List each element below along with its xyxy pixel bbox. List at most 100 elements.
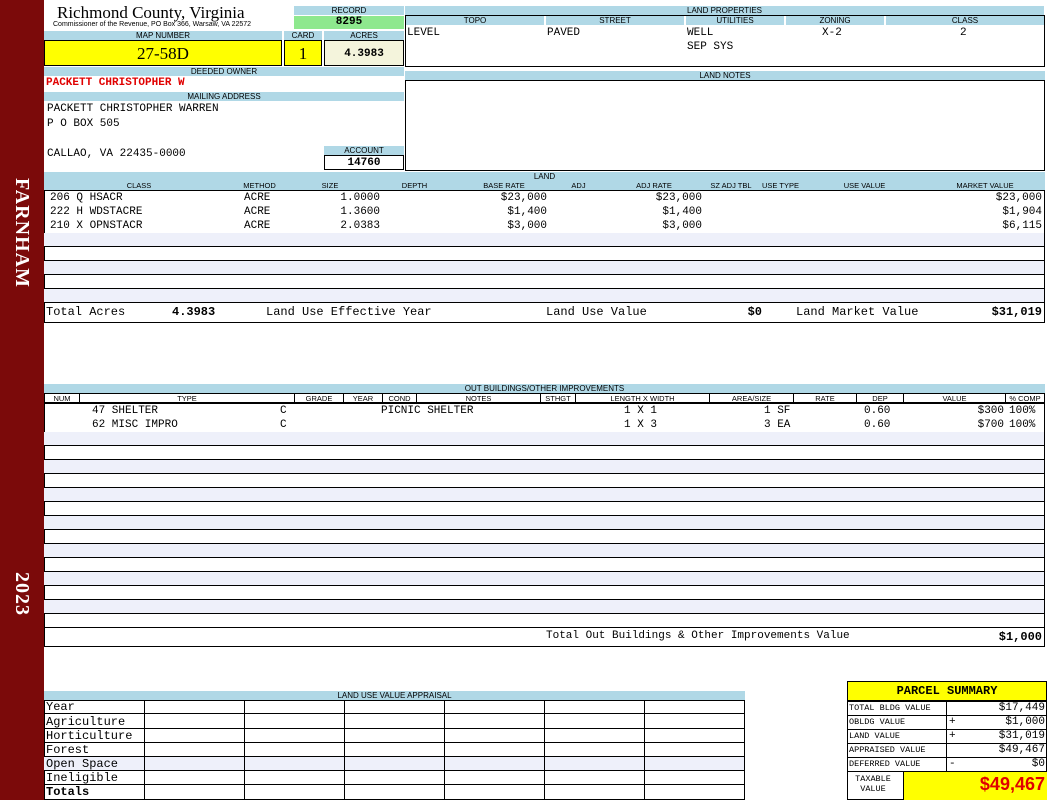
mailing-address-label: MAILING ADDRESS [44,92,404,101]
land-col-sz-adj-tbl: SZ ADJ TBL [710,181,752,190]
ob-row-value: $300 [977,405,1004,417]
land-col-depth: DEPTH [401,181,428,190]
ps-sign-land: + [949,730,956,742]
owner-name: PACKETT CHRISTOPHER W [46,77,185,89]
outbuildings-total-value: $1,000 [998,630,1042,644]
ob-col-notes: NOTES [465,394,492,403]
ps-value-land: $31,019 [998,730,1045,742]
zoning-label: ZONING [786,16,884,25]
ps-label-obldg: OBLDG VALUE [849,717,906,727]
land-market-value: $31,019 [991,305,1042,319]
topo-value: LEVEL [407,27,441,39]
ob-col-comp: % COMP [1009,394,1041,403]
land-row-size: 1.0000 [340,192,380,204]
land-use-year-label: Land Use Effective Year [266,305,432,319]
zoning-value: X-2 [822,27,842,39]
ps-label-total-bldg: TOTAL BLDG VALUE [849,703,931,713]
ps-taxable-label-2: VALUE [860,784,886,794]
land-row-class: 222 H WDSTACRE [50,206,143,218]
deeded-owner-label: DEEDED OWNER [44,67,404,76]
map-number-label: MAP NUMBER [44,31,282,40]
ob-row-area: 1 SF [764,405,791,417]
ob-col-year: YEAR [352,394,374,403]
land-market-value-label: Land Market Value [796,305,919,319]
land-row-adj-rate: $23,000 [655,192,702,204]
record-label: RECORD [294,6,404,15]
topo-label: TOPO [406,16,544,25]
total-acres-value: 4.3983 [172,305,216,319]
ob-col-type: TYPE [177,394,197,403]
land-use-appraisal-table [44,700,745,800]
ob-col-lxw: LENGTH X WIDTH [610,394,675,403]
land-use-value: $0 [747,305,762,319]
land-row: 206 Q HSACR ACRE 1.0000 $23,000 $23,000 … [44,191,1045,205]
land-row-adj-rate: $3,000 [662,220,702,232]
land-col-class: CLASS [126,181,152,190]
land-col-market-value: MARKET VALUE [956,181,1014,190]
ob-col-sthgt: STHGT [545,394,571,403]
land-row-method: ACRE [244,192,271,204]
mailing-line-3: CALLAO, VA 22435-0000 [47,148,186,160]
land-row-adj-rate: $1,400 [662,206,702,218]
land-row-class: 210 X OPNSTACR [50,220,143,232]
utilities-label: UTILITIES [686,16,784,25]
ob-row-dep: 0.60 [864,419,891,431]
ob-col-grade: GRADE [305,394,333,403]
utilities-value-2: SEP SYS [687,41,734,53]
ps-sign-deferred: - [949,758,956,770]
street-label: STREET [546,16,684,25]
ps-label-appraised: APPRAISED VALUE [849,745,926,755]
parcel-summary-title: PARCEL SUMMARY [847,681,1047,701]
land-row-size: 2.0383 [340,220,380,232]
ob-row-grade: C [280,419,287,431]
acres-value: 4.3983 [324,40,404,66]
land-col-adj-rate: ADJ RATE [636,181,672,190]
ps-label-land: LAND VALUE [849,731,901,741]
ob-row-lxw: 1 X 3 [624,419,658,431]
ps-value-obldg: $1,000 [1005,716,1045,728]
ob-col-cond: COND [388,394,411,403]
land-row-method: ACRE [244,220,271,232]
land-row-market-value: $1,904 [1002,206,1042,218]
land-row-market-value: $23,000 [995,192,1042,204]
ob-row-value: $700 [977,419,1004,431]
land-row-market-value: $6,115 [1002,220,1042,232]
land-col-use-value: USE VALUE [843,181,886,190]
utilities-value-1: WELL [687,27,714,39]
outbuilding-row: 62 MISC IMPRO C 1 X 3 3 EA 0.60 $700 100… [44,418,1045,432]
ps-label-deferred: DEFERRED VALUE [849,759,921,769]
class-label: CLASS [886,16,1044,25]
land-use-value-label: Land Use Value [546,305,647,319]
ob-row-lxw: 1 X 1 [624,405,658,417]
year-label: 2023 [11,572,33,616]
sidebar [0,0,44,800]
total-acres-label: Total Acres [46,305,126,319]
lua-row-agriculture: Agriculture [46,715,126,729]
land-row-base-rate: $1,400 [507,206,547,218]
land-row-base-rate: $3,000 [507,220,547,232]
land-col-base-rate: BASE RATE [483,181,525,190]
mailing-line-2: P O BOX 505 [47,118,120,130]
street-value: PAVED [547,27,581,39]
county-subtitle: Commissioner of the Revenue, PO Box 366,… [53,21,252,28]
ps-taxable-value: $49,467 [979,774,1045,794]
land-use-appraisal-label: LAND USE VALUE APPRAISAL [44,691,745,700]
land-row: 222 H WDSTACRE ACRE 1.3600 $1,400 $1,400… [44,205,1045,219]
mailing-line-1: PACKETT CHRISTOPHER WARREN [47,103,219,115]
ob-row-comp: 100% [1009,405,1036,417]
land-col-method: METHOD [243,181,276,190]
ps-taxable-label-1: TAXABLE [855,774,891,784]
account-label: ACCOUNT [324,146,404,155]
lua-row-forest: Forest [46,743,90,757]
map-number-value: 27-58D [44,40,282,66]
ps-value-deferred: $0 [1031,758,1045,770]
land-properties-label: LAND PROPERTIES [405,6,1044,15]
account-value: 14760 [324,155,404,170]
district-label: FARNHAM [11,178,33,288]
land-col-size: SIZE [321,181,339,190]
outbuildings-label: OUT BUILDINGS/OTHER IMPROVEMENTS [44,384,1045,393]
land-row-method: ACRE [244,206,271,218]
land-col-use-type: USE TYPE [762,181,799,190]
land-notes-label: LAND NOTES [405,71,1045,80]
land-row-base-rate: $23,000 [500,192,547,204]
